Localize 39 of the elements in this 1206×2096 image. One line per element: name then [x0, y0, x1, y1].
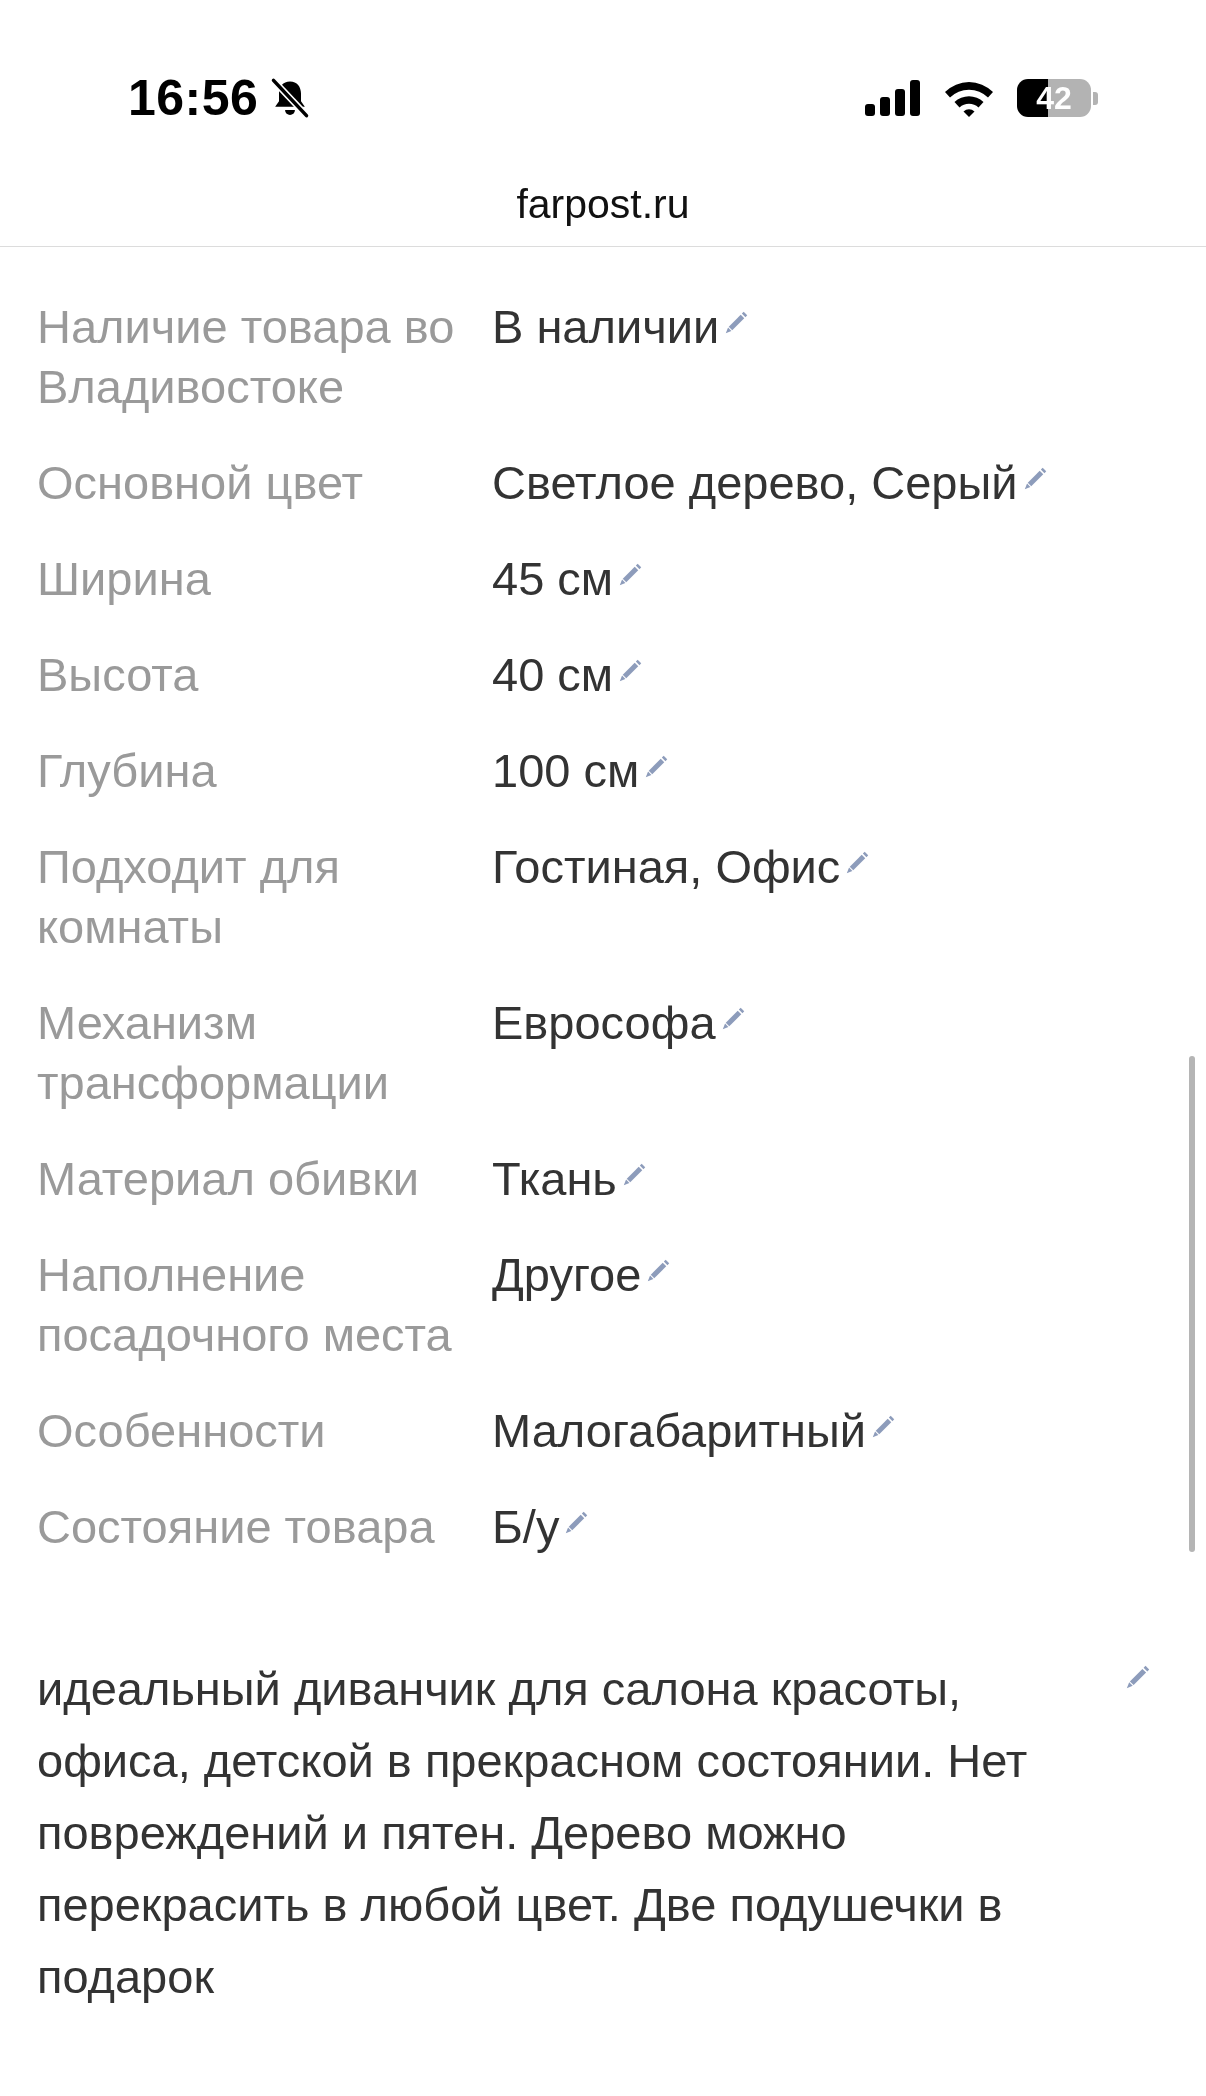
wifi-icon: [943, 79, 995, 117]
spec-value: 40 см: [492, 648, 614, 701]
pencil-icon[interactable]: [725, 310, 749, 334]
spec-label: Глубина: [37, 743, 218, 799]
spec-value: 45 см: [492, 552, 614, 605]
pencil-icon[interactable]: [872, 1414, 896, 1438]
spec-label: Особенности: [37, 1403, 327, 1459]
spec-value: Б/у: [492, 1500, 560, 1553]
spec-label: Высота: [37, 647, 200, 703]
spec-value: Еврософа: [492, 996, 716, 1049]
spec-value: Малогабаритный: [492, 1404, 867, 1457]
description-text: идеальный диванчик для салона красоты, офиса, детской в прекрасном состоянии. Нет повреждений и пятен. Дерево можно перекрасить в любой цвет. Две подушечки в подарок: [37, 1661, 1029, 2005]
pencil-icon[interactable]: [622, 1162, 646, 1186]
spec-label: Состояние товара: [37, 1499, 436, 1555]
spec-label: Наличие товара во Владивостоке: [37, 299, 456, 415]
pencil-icon[interactable]: [721, 1006, 745, 1030]
pencil-icon[interactable]: [619, 562, 643, 586]
pencil-icon[interactable]: [1023, 466, 1047, 490]
spec-value: 100 см: [492, 744, 640, 797]
spec-label: Подходит для комнаты: [37, 839, 341, 955]
spec-label: Основной цвет: [37, 455, 364, 511]
spec-value: Светлое дерево, Серый: [492, 456, 1018, 509]
spec-value: Гостиная, Офис: [492, 840, 841, 893]
spec-value: В наличии: [492, 300, 720, 353]
spec-label: Механизм трансформации: [37, 995, 391, 1111]
spec-label: Ширина: [37, 551, 212, 607]
pencil-icon[interactable]: [1126, 1665, 1150, 1689]
pencil-icon[interactable]: [619, 658, 643, 682]
pencil-icon[interactable]: [647, 1258, 671, 1282]
spec-value: Ткань: [492, 1152, 617, 1205]
pencil-icon[interactable]: [645, 754, 669, 778]
spec-label: Наполнение посадочного места: [37, 1247, 453, 1363]
address-url[interactable]: farpost.ru: [516, 181, 690, 227]
spec-label: Материал обивки: [37, 1151, 421, 1207]
spec-value: Другое: [492, 1248, 642, 1301]
pencil-icon[interactable]: [565, 1510, 589, 1534]
pencil-icon[interactable]: [846, 850, 870, 874]
clock-time: 16:56: [128, 73, 259, 123]
signal-icon: [865, 80, 921, 116]
